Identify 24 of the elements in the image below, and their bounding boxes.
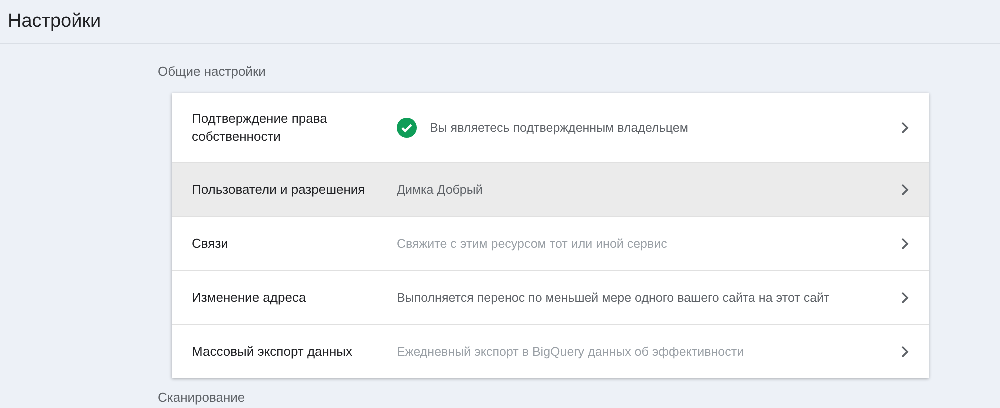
row-label: Связи — [192, 234, 230, 252]
chevron-right-icon — [901, 238, 909, 250]
row-label: Изменение адреса — [192, 288, 308, 306]
chevron-right-icon — [901, 122, 909, 134]
row-value: Вы являетесь подтвержденным владельцем — [430, 120, 688, 134]
section-title: Общие настройки — [158, 63, 267, 81]
row-label: Массовый экспорт данных — [192, 342, 354, 360]
row-label: Подтверждение права собственности — [192, 110, 328, 146]
section-title: Сканирование — [158, 389, 246, 405]
settings-row[interactable]: Связи Свяжите с этим ресурсом тот или иной сервис — [172, 216, 929, 270]
settings-row[interactable]: Массовый экспорт данных Ежедневный экспорт в BigQuery данных об эффективности — [172, 324, 929, 378]
settings-row[interactable]: Подтверждение права собственности Вы являетесь подтвержденным владельцем — [172, 93, 929, 162]
chevron-right-icon — [901, 292, 909, 304]
page-title: Настройки — [8, 10, 102, 32]
row-label: Пользователи и разрешения — [192, 180, 366, 198]
row-value: Выполняется перенос по меньшей мере одного вашего сайта на этот сайт — [397, 290, 830, 304]
chevron-right-icon — [901, 346, 909, 358]
row-value: Ежедневный экспорт в BigQuery данных об эффективности — [397, 344, 744, 358]
check-circle-icon — [397, 118, 417, 138]
settings-row[interactable]: Изменение адреса Выполняется перенос по меньшей мере одного вашего сайта на этот сайт — [172, 270, 929, 324]
row-value: Димка Добрый — [397, 182, 483, 196]
settings-row[interactable]: Пользователи и разрешения Димка Добрый — [172, 162, 929, 216]
row-value: Свяжите с этим ресурсом тот или иной сервис — [397, 236, 668, 250]
chevron-right-icon — [901, 184, 909, 196]
